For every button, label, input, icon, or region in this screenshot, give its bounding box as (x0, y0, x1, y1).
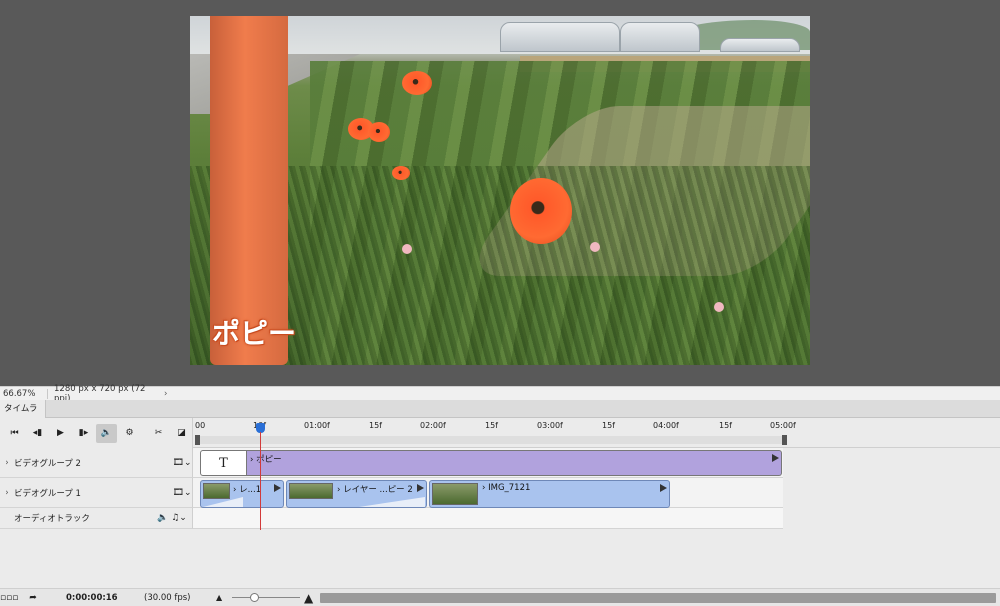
preview-greenhouse (620, 22, 700, 52)
zoom-level[interactable]: 66.67% (0, 388, 48, 399)
zoom-in-mountain-icon[interactable]: ▲ (304, 591, 313, 605)
track-name: ビデオグループ 2 (14, 458, 81, 469)
clip-label: › IMG_7121 (482, 483, 531, 493)
timeline-empty-area (783, 448, 1000, 529)
fade-ramp (359, 497, 425, 507)
clip-menu-arrow-icon[interactable] (772, 454, 779, 462)
poppy-flower (392, 166, 410, 180)
track-name: ビデオグループ 1 (14, 488, 81, 499)
preview-greenhouse (720, 38, 800, 52)
export-arrow-icon[interactable]: ➦ (24, 593, 42, 603)
canvas-area: ポピー (0, 0, 1000, 386)
ruler-label: 15f (602, 421, 615, 430)
ruler-label: 00 (195, 421, 206, 430)
ruler-label: 01:00f (304, 421, 330, 430)
time-ruler[interactable]: 00 10f 01:00f 15f 02:00f 15f 03:00f 15f … (193, 418, 1000, 448)
timeline-panel: ⏮ ◂▮ ▶ ▮▸ 🔈 ⚙ ✂ ◪ 00 10f 01:00f 15f 02:0… (0, 418, 1000, 588)
status-bar: 66.67% 1280 px x 720 px (72 ppi) › (0, 384, 1000, 404)
clip-thumbnail (289, 483, 333, 499)
zoom-slider-knob[interactable] (250, 592, 259, 602)
clip-menu-arrow-icon[interactable] (660, 484, 667, 492)
clip-thumbnail (432, 483, 478, 505)
track-name: オーディオトラック (14, 514, 90, 524)
expand-caret-icon[interactable]: › (0, 488, 14, 498)
ruler-label: 05:00f (770, 421, 796, 430)
video-clip[interactable]: › レ...1 (200, 480, 284, 508)
title-overlay-text[interactable]: ポピー (212, 312, 296, 352)
previous-frame-button[interactable]: ◂▮ (27, 424, 48, 443)
poppy-flower-large (510, 178, 572, 244)
timeline-zoom-slider[interactable]: ▲ ▲ (214, 589, 324, 606)
clip-label: › ポピー (250, 455, 282, 465)
preview-greenhouse (500, 22, 620, 52)
track-header-audio[interactable]: オーディオトラック 🔈 ♫⌄ (0, 508, 193, 529)
ruler-label: 15f (719, 421, 732, 430)
ruler-label: 03:00f (537, 421, 563, 430)
current-timecode: 0:00:00:16 (66, 592, 118, 603)
render-video-icon[interactable]: ▫▫▫ (0, 593, 18, 603)
work-area-start-handle[interactable] (195, 435, 200, 445)
video-clip[interactable]: › レイヤー ...ピー 2 (286, 480, 427, 508)
zoom-out-mountain-icon[interactable]: ▲ (216, 593, 222, 602)
ruler-label: 15f (369, 421, 382, 430)
ruler-label: 15f (485, 421, 498, 430)
clip-menu-arrow-icon[interactable] (417, 484, 424, 492)
timeline-footer: ▫▫▫ ➦ 0:00:00:16 (30.00 fps) ▲ ▲ (0, 588, 1000, 606)
flower-bud (590, 242, 600, 252)
playback-controls: ⏮ ◂▮ ▶ ▮▸ 🔈 ⚙ ✂ ◪ (0, 418, 193, 448)
first-frame-button[interactable]: ⏮ (4, 424, 25, 443)
track-header-video-group-1[interactable]: › ビデオグループ 1 🎞⌄ (0, 478, 193, 508)
track-header-video-group-2[interactable]: › ビデオグループ 2 🎞⌄ (0, 448, 193, 478)
frame-rate: (30.00 fps) (144, 592, 191, 603)
transition-icon[interactable]: ◪ (171, 424, 192, 443)
poppy-flower (368, 122, 390, 142)
clip-label: › レイヤー ...ピー 2 (337, 485, 413, 495)
status-chevron-icon[interactable]: › (164, 389, 167, 399)
film-strip-icon[interactable]: 🎞⌄ (172, 458, 192, 468)
ruler-label: 04:00f (653, 421, 679, 430)
work-area-bar[interactable] (197, 436, 785, 444)
clip-label: › レ...1 (233, 485, 262, 495)
clip-menu-arrow-icon[interactable] (274, 484, 281, 492)
video-clip[interactable]: › IMG_7121 (429, 480, 670, 508)
poppy-flower (402, 71, 432, 95)
expand-caret-icon[interactable]: › (0, 458, 14, 468)
work-area-end-handle[interactable] (782, 435, 787, 445)
audio-toggle-button[interactable]: 🔈 (96, 423, 117, 443)
flower-bud (402, 244, 412, 254)
play-button[interactable]: ▶ (50, 424, 71, 443)
ruler-label: 02:00f (420, 421, 446, 430)
text-layer-glyph[interactable]: T (200, 450, 247, 476)
next-frame-button[interactable]: ▮▸ (73, 424, 94, 443)
film-strip-icon[interactable]: 🎞⌄ (172, 488, 192, 498)
flower-bud (714, 302, 724, 312)
zoom-slider-track[interactable] (232, 596, 300, 598)
title-clip[interactable]: › ポピー (247, 450, 782, 476)
split-scissors-icon[interactable]: ✂ (148, 424, 169, 443)
playhead-line[interactable] (260, 432, 261, 530)
horizontal-scrollbar[interactable] (320, 593, 996, 603)
timeline-tab-bar: タイムライン (0, 400, 1000, 432)
tab-timeline[interactable]: タイムライン (0, 400, 46, 432)
audio-music-icon[interactable]: 🔈 ♫⌄ (152, 513, 192, 523)
settings-gear-icon[interactable]: ⚙ (119, 424, 140, 443)
clip-thumbnail (203, 483, 230, 499)
video-preview[interactable]: ポピー (190, 16, 810, 365)
